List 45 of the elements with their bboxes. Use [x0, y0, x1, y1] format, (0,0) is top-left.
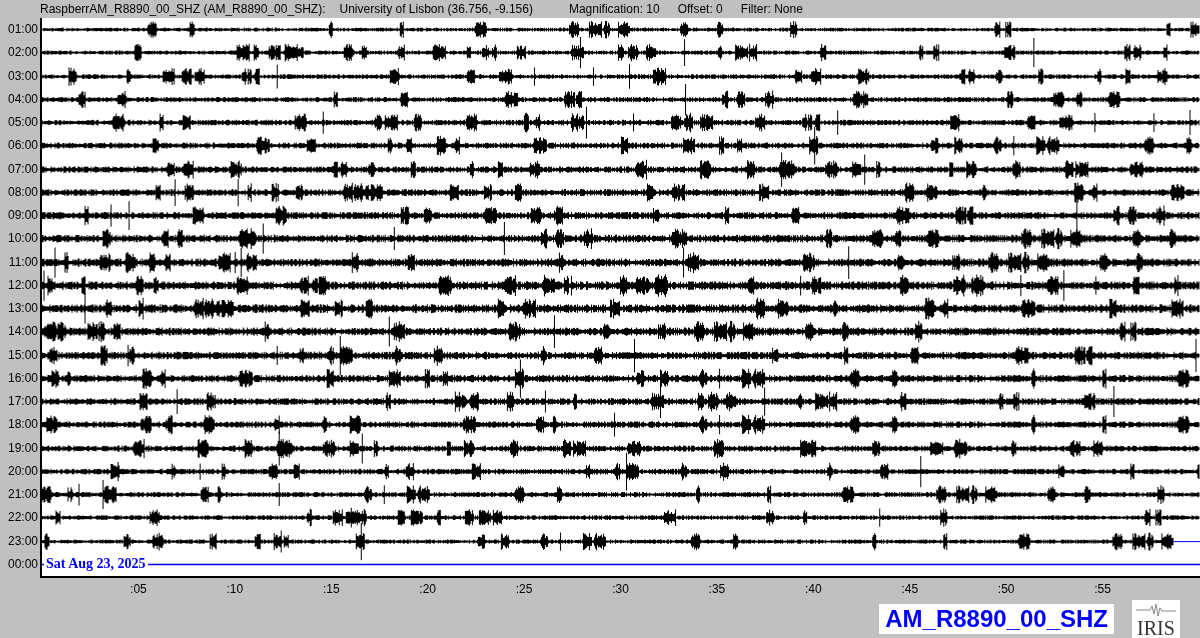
hour-label: 14:00 — [6, 323, 39, 341]
location-text: University of Lisbon (36.756, -9.156) — [339, 1, 533, 16]
hour-label: 04:00 — [6, 90, 39, 108]
minute-tick-label: :35 — [708, 581, 726, 596]
station-badge: AM_R8890_00_SHZ — [879, 604, 1114, 634]
filter-text: Filter: None — [740, 1, 803, 16]
hour-label: 09:00 — [6, 207, 39, 224]
hour-label: 01:00 — [6, 21, 39, 38]
hour-label: 16:00 — [6, 369, 39, 387]
hour-label: 05:00 — [6, 114, 39, 131]
hour-label: 22:00 — [6, 509, 39, 527]
hour-label: 19:00 — [6, 439, 39, 457]
hour-label: 13:00 — [6, 300, 39, 317]
station-title: RaspberrAM_R8890_00_SHZ (AM_R8890_00_SHZ): — [40, 1, 326, 16]
hour-label: 21:00 — [6, 486, 39, 503]
time-marker-line — [1172, 540, 1200, 542]
minute-tick-label: :30 — [612, 581, 629, 596]
logo-text: IRIS — [1137, 618, 1175, 638]
date-label: Sat Aug 23, 2025 — [44, 555, 148, 572]
seismic-wave-icon — [1136, 603, 1176, 617]
minute-tick-label: :40 — [805, 581, 822, 596]
hour-label: 23:00 — [6, 532, 39, 550]
hour-label: 07:00 — [6, 160, 39, 178]
magnification-text: Magnification: 10 — [568, 1, 660, 16]
hour-label: 03:00 — [6, 67, 39, 85]
hour-label: 18:00 — [6, 416, 39, 434]
offset-text: Offset: 0 — [677, 1, 723, 16]
hour-label: 06:00 — [6, 137, 39, 155]
hour-label: 02:00 — [6, 44, 39, 62]
hour-label: 00:00 — [6, 555, 39, 573]
hour-label: 10:00 — [6, 230, 39, 248]
minute-tick-label: :25 — [515, 581, 533, 596]
hour-label: 12:00 — [6, 276, 39, 294]
hour-label: 20:00 — [6, 462, 39, 480]
minute-tick-label: :15 — [322, 581, 340, 596]
hour-label: 11:00 — [7, 253, 39, 271]
minute-tick-label: :10 — [226, 581, 244, 596]
hour-label: 08:00 — [6, 183, 39, 201]
minute-tick-label: :05 — [130, 581, 147, 596]
minute-tick-label: :45 — [901, 581, 919, 596]
minute-tick-label: :50 — [997, 581, 1015, 596]
hour-label: 17:00 — [6, 393, 39, 410]
minute-tick-label: :55 — [1094, 581, 1111, 596]
hour-label: 15:00 — [6, 346, 39, 364]
minute-tick-label: :20 — [419, 581, 436, 596]
